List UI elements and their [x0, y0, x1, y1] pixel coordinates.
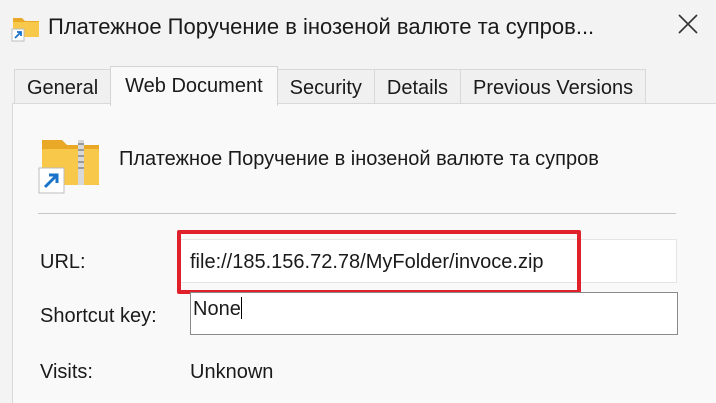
visits-label: Visits: — [40, 361, 93, 383]
tab-previous-versions[interactable]: Previous Versions — [460, 69, 647, 105]
shortcut-key-label: Shortcut key: — [40, 305, 157, 327]
url-value: file://185.156.72.78/MyFolder/invoce.zip — [190, 251, 544, 273]
visits-value: Unknown — [190, 361, 274, 383]
tab-web-document[interactable]: Web Document — [110, 66, 278, 106]
tab-details[interactable]: Details — [373, 69, 462, 105]
tab-strip: General Web Document Security Details Pr… — [14, 66, 647, 106]
divider — [38, 213, 676, 214]
url-label: URL: — [40, 251, 86, 273]
tab-general[interactable]: General — [14, 69, 112, 105]
shortcut-key-field[interactable]: None — [190, 292, 678, 335]
window-title: Платежное Поручение в інозеной валюте та… — [48, 14, 595, 39]
folder-shortcut-icon — [11, 12, 41, 42]
text-caret — [240, 297, 242, 319]
tab-security[interactable]: Security — [276, 69, 375, 105]
url-field[interactable]: file://185.156.72.78/MyFolder/invoce.zip — [177, 239, 677, 283]
close-button[interactable] — [668, 6, 708, 46]
shortcut-key-value: None — [193, 298, 241, 320]
document-name: Платежное Поручение в інозеной валюте та… — [119, 148, 599, 170]
title-bar: Платежное Поручение в інозеной валюте та… — [0, 0, 716, 52]
zip-folder-shortcut-icon — [38, 134, 104, 196]
close-icon — [677, 13, 699, 40]
